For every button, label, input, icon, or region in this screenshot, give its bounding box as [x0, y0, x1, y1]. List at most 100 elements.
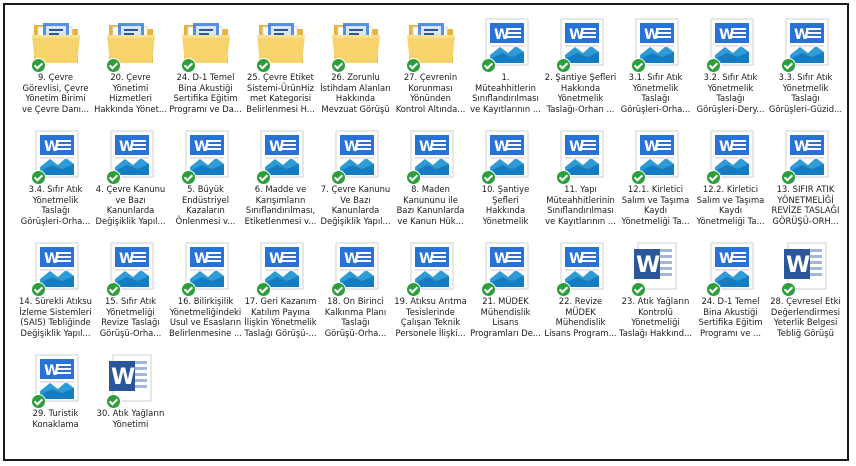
sync-status-icon	[481, 283, 495, 296]
sync-status-icon	[556, 171, 570, 184]
file-explorer-window: 9. Çevre Görevlisi, Çevre Yönetim Birimi…	[3, 3, 849, 461]
sync-status-icon	[331, 171, 345, 184]
word-doc-icon: W	[551, 123, 611, 184]
file-item[interactable]: W 8. Maden Kanununu ile Bazı Kanunlarda …	[393, 121, 468, 233]
word-doc-icon: W	[26, 235, 86, 296]
file-item[interactable]: W 22. Revize MÜDEK Mühendislik Lisans Pr…	[543, 233, 618, 345]
sync-status-icon	[106, 395, 120, 408]
word-doc-icon: W	[326, 123, 386, 184]
word-doc-icon: W	[701, 11, 761, 72]
sync-status-icon	[406, 171, 420, 184]
file-name: 14. Sürekli Atıksu İzleme Sistemleri (SA…	[19, 296, 92, 338]
file-name: 19. Atıksu Arıtma Tesislerinde Çalışan T…	[394, 296, 467, 338]
svg-text:W: W	[111, 365, 135, 390]
sync-status-icon	[556, 283, 570, 296]
file-item[interactable]: 24. D-1 Temel Bina Akustiği Sertifika Eğ…	[168, 9, 243, 121]
file-item[interactable]: W 28. Çevresel Etki Değerlendirmesi Yete…	[768, 233, 843, 345]
file-name: 1. Müteahhitlerin Sınıflandırılması ve K…	[470, 72, 541, 114]
file-item[interactable]: W 23. Atık Yağların Kontrolü Yönetmeliği…	[618, 233, 693, 345]
sync-status-icon	[256, 283, 270, 296]
file-item[interactable]: W 18. On Birinci Kalkınma Planı Taslağı …	[318, 233, 393, 345]
sync-status-icon	[106, 59, 120, 72]
file-item[interactable]: 9. Çevre Görevlisi, Çevre Yönetim Birimi…	[18, 9, 93, 121]
file-item[interactable]: W 16. Bilirkişilik Yönetmeliğindeki Usul…	[168, 233, 243, 345]
file-item[interactable]: W 21. MÜDEK Mühendislik Lisans Programla…	[468, 233, 543, 345]
word-doc-icon: W	[551, 235, 611, 296]
sync-status-icon	[781, 283, 795, 296]
file-name: 21. MÜDEK Mühendislik Lisans Programları…	[470, 296, 541, 338]
file-item[interactable]: W 3.3. Sıfır Atık Yönetmelik Taslağı Gör…	[768, 9, 843, 121]
sync-status-icon	[106, 171, 120, 184]
file-name: 18. On Birinci Kalkınma Planı Taslağı Gö…	[324, 296, 387, 338]
file-name: 6. Madde ve Karışımların Sınıflandırılma…	[244, 184, 317, 226]
file-name: 24. D-1 Temel Bina Akustiği Sertifika Eğ…	[698, 296, 763, 338]
file-name: 17. Geri Kazanım Katılım Payına İlişkin …	[244, 296, 317, 338]
file-item[interactable]: W 13. SIFIR ATIK YÖNETMELİĞİ REVİZE TASL…	[768, 121, 843, 233]
file-item[interactable]: W 7. Çevre Kanunu Ve Bazı Kanunlarda Değ…	[318, 121, 393, 233]
file-item[interactable]: 26. Zorunlu İstihdam Alanları Hakkında M…	[318, 9, 393, 121]
file-item[interactable]: 25. Çevre Etiket Sistemi-ÜrünHiz met Kat…	[243, 9, 318, 121]
file-item[interactable]: W 17. Geri Kazanım Katılım Payına İlişki…	[243, 233, 318, 345]
word-doc-icon: W	[476, 235, 536, 296]
sync-status-icon	[631, 171, 645, 184]
file-item[interactable]: W 15. Sıfır Atık Yönetmeliği Revize Tasl…	[93, 233, 168, 345]
file-name: 4. Çevre Kanunu ve Bazı Kanunlarda Değiş…	[95, 184, 166, 226]
file-item[interactable]: W 3.4. Sıfır Atık Yönetmelik Taslağı Gör…	[18, 121, 93, 233]
svg-text:W: W	[786, 253, 810, 278]
file-grid: 9. Çevre Görevlisi, Çevre Yönetim Birimi…	[18, 9, 847, 457]
word-doc-icon: W	[401, 123, 461, 184]
word-w-icon: W	[626, 235, 686, 296]
sync-status-icon	[181, 283, 195, 296]
sync-status-icon	[31, 171, 45, 184]
file-item[interactable]: W 5. Büyük Endüstriyel Kazaların Önlenme…	[168, 121, 243, 233]
file-name: 16. Bilirkişilik Yönetmeliğindeki Usul v…	[169, 296, 242, 338]
file-item[interactable]: 20. Çevre Yönetimi Hizmetleri Hakkında Y…	[93, 9, 168, 121]
file-name: 23. Atık Yağların Kontrolü Yönetmeliği T…	[618, 296, 693, 338]
word-doc-icon: W	[776, 11, 836, 72]
file-item[interactable]: W 12.2. Kirletici Salım ve Taşıma Kaydı …	[693, 121, 768, 233]
sync-status-icon	[631, 283, 645, 296]
file-name: 3.3. Sıfır Atık Yönetmelik Taslağı Görüş…	[768, 72, 843, 114]
file-item[interactable]: W 11. Yapı Müteahhitlerinin Sınıflandırı…	[543, 121, 618, 233]
word-doc-icon: W	[476, 11, 536, 72]
sync-status-icon	[331, 59, 345, 72]
word-doc-icon: W	[251, 235, 311, 296]
file-item[interactable]: W 4. Çevre Kanunu ve Bazı Kanunlarda Değ…	[93, 121, 168, 233]
sync-status-icon	[481, 59, 495, 72]
sync-status-icon	[406, 283, 420, 296]
sync-status-icon	[706, 283, 720, 296]
file-item[interactable]: W 2. Şantiye Şefleri Hakkında Yönetmelik…	[543, 9, 618, 121]
svg-text:W: W	[636, 253, 660, 278]
file-name: 20. Çevre Yönetimi Hizmetleri Hakkında Y…	[94, 72, 167, 114]
file-item[interactable]: W 1. Müteahhitlerin Sınıflandırılması ve…	[468, 9, 543, 121]
file-item[interactable]: W 3.1. Sıfır Atık Yönetmelik Taslağı Gör…	[618, 9, 693, 121]
folder-icon	[176, 11, 236, 72]
sync-status-icon	[781, 59, 795, 72]
file-name: 30. Atık Yağların Yönetimi	[96, 408, 165, 429]
file-name: 29. Turistik Konaklama	[32, 408, 79, 429]
sync-status-icon	[556, 59, 570, 72]
file-name: 26. Zorunlu İstihdam Alanları Hakkında M…	[320, 72, 391, 114]
folder-icon	[251, 11, 311, 72]
file-item[interactable]: W 12.1. Kirletici Salım ve Taşıma Kaydı …	[618, 121, 693, 233]
file-item[interactable]: W 6. Madde ve Karışımların Sınıflandırıl…	[243, 121, 318, 233]
word-doc-icon: W	[401, 235, 461, 296]
file-item[interactable]: W 3.2. Sıfır Atık Yönetmelik Taslağı Gör…	[693, 9, 768, 121]
file-item[interactable]: W 10. Şantiye Şefleri Hakkında Yönetmeli…	[468, 121, 543, 233]
file-item[interactable]: W 30. Atık Yağların Yönetimi	[93, 345, 168, 457]
word-doc-icon: W	[701, 235, 761, 296]
file-item[interactable]: W 19. Atıksu Arıtma Tesislerinde Çalışan…	[393, 233, 468, 345]
word-doc-icon: W	[26, 123, 86, 184]
word-doc-icon: W	[776, 123, 836, 184]
file-name: 13. SIFIR ATIK YÖNETMELİĞİ REVİZE TASLAĞ…	[771, 184, 840, 226]
file-name: 22. Revize MÜDEK Mühendislik Lisans Prog…	[544, 296, 617, 338]
sync-status-icon	[256, 171, 270, 184]
file-item[interactable]: W 24. D-1 Temel Bina Akustiği Sertifika …	[693, 233, 768, 345]
file-name: 8. Maden Kanununu ile Bazı Kanunlarda ve…	[396, 184, 465, 226]
file-item[interactable]: 27. Çevrenin Korunması Yönünden Kontrol …	[393, 9, 468, 121]
file-item[interactable]: W 14. Sürekli Atıksu İzleme Sistemleri (…	[18, 233, 93, 345]
sync-status-icon	[481, 171, 495, 184]
word-doc-icon: W	[551, 11, 611, 72]
word-doc-icon: W	[626, 11, 686, 72]
file-item[interactable]: W 29. Turistik Konaklama	[18, 345, 93, 457]
